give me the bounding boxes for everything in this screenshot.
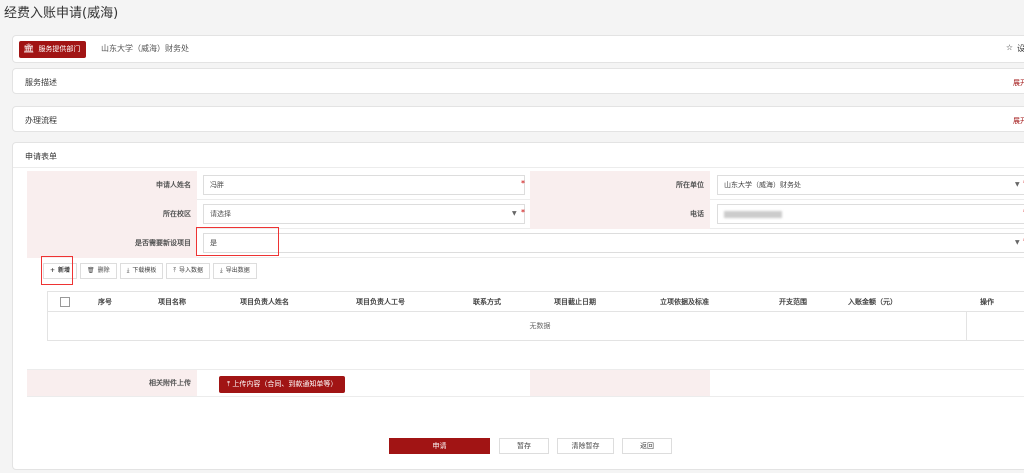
- column-header: 项目负责人姓名: [240, 298, 289, 306]
- chevron-down-icon: ▼: [512, 210, 517, 217]
- upload-attachment-label: 上传内容（合同、到款通知单等）: [232, 380, 338, 388]
- phone-input[interactable]: [717, 204, 1024, 224]
- select-all-checkbox[interactable]: [60, 297, 70, 307]
- application-form: 申请表单 申请人姓名 冯胖 * 所在单位 山东大学（威海）财务处 ▼ * 所在校…: [12, 142, 1024, 470]
- expand-process-link[interactable]: 展开: [1013, 116, 1024, 126]
- export-icon: ⤓: [220, 267, 223, 274]
- redacted-value: [724, 210, 782, 218]
- upload-attachment-button[interactable]: ⤒ 上传内容（合同、到款通知单等）: [219, 376, 346, 393]
- save-draft-button[interactable]: 暂存: [499, 438, 549, 454]
- unit-label: 所在单位: [530, 171, 710, 200]
- provider-tag: 🏛 服务提供部门: [19, 41, 87, 58]
- setting-link[interactable]: ☆ 设: [1006, 43, 1024, 54]
- form-title: 申请表单: [25, 152, 57, 161]
- bank-icon: 🏛: [23, 44, 35, 54]
- submit-button[interactable]: 申请: [389, 438, 490, 454]
- column-header: 立项依据及标准: [660, 298, 709, 306]
- column-header: 入账金额（元）: [848, 298, 897, 306]
- form-row: 申请人姓名 冯胖 * 所在单位 山东大学（威海）财务处 ▼ *: [27, 171, 1024, 200]
- column-header: 项目名称: [158, 298, 186, 306]
- section-title-description: 服务描述: [25, 78, 57, 87]
- empty-label-cell: [530, 370, 710, 396]
- campus-label: 所在校区: [27, 200, 197, 229]
- unit-select[interactable]: 山东大学（威海）财务处: [717, 175, 1024, 195]
- new-project-select[interactable]: 是: [203, 233, 1024, 253]
- column-header: 项目截止日期: [554, 298, 596, 306]
- column-header: 序号: [98, 298, 112, 306]
- export-button[interactable]: ⤓ 导出数据: [213, 263, 257, 279]
- import-label: 导入数据: [179, 267, 204, 274]
- chevron-down-icon: ▼: [1015, 239, 1020, 246]
- provider-tag-label: 服务提供部门: [38, 45, 81, 53]
- column-header: 联系方式: [473, 298, 501, 306]
- back-button[interactable]: 返回: [622, 438, 672, 454]
- highlight-box: [41, 256, 73, 285]
- column-header: 开支范围: [779, 298, 807, 306]
- download-template-label: 下载模板: [132, 267, 157, 274]
- provider-card: 🏛 服务提供部门 山东大学（威海）财务处 ☆ 设: [12, 35, 1024, 63]
- expand-description-link[interactable]: 展开: [1013, 78, 1024, 88]
- provider-name: 山东大学（威海）财务处: [101, 44, 189, 53]
- table-toolbar: + 新增 🗑 删除 ⤓ 下载模板 ⤒ 导入数据 ⤓ 导出数据: [43, 263, 257, 279]
- import-button[interactable]: ⤒ 导入数据: [166, 263, 211, 279]
- download-template-button[interactable]: ⤓ 下载模板: [119, 263, 164, 279]
- form-row: 是否需要新设项目 是 ▼ *: [27, 229, 1024, 258]
- table-body: 无数据: [48, 312, 1024, 340]
- applicant-name-label: 申请人姓名: [27, 171, 197, 200]
- upload-icon: ⤒: [173, 267, 177, 274]
- attachment-label: 相关附件上传: [27, 370, 197, 396]
- form-row: 所在校区 请选择 ▼ * 电话 *: [27, 200, 1024, 229]
- required-mark: *: [521, 208, 525, 217]
- export-label: 导出数据: [225, 267, 250, 274]
- highlight-box: [196, 227, 279, 256]
- table-header: 序号 项目名称 项目负责人姓名 项目负责人工号 联系方式 项目截止日期 立项依据…: [48, 292, 1024, 312]
- trash-icon: 🗑: [87, 267, 95, 274]
- page-title: 经费入账申请(威海): [4, 6, 119, 21]
- empty-text: 无数据: [529, 322, 551, 330]
- delete-button[interactable]: 🗑 删除: [80, 263, 117, 279]
- service-description-section[interactable]: 服务描述 展开: [12, 68, 1024, 94]
- process-section[interactable]: 办理流程 展开: [12, 106, 1024, 132]
- star-icon: ☆: [1005, 43, 1013, 52]
- column-header: 操作: [980, 298, 994, 306]
- project-table: 序号 项目名称 项目负责人姓名 项目负责人工号 联系方式 项目截止日期 立项依据…: [47, 291, 1024, 341]
- phone-label: 电话: [530, 200, 710, 229]
- attachment-row: 相关附件上传 ⤒ 上传内容（合同、到款通知单等）: [27, 369, 1024, 397]
- setting-label: 设: [1017, 44, 1024, 53]
- chevron-down-icon: ▼: [1015, 181, 1020, 188]
- clear-draft-button[interactable]: 清除暂存: [557, 438, 614, 454]
- section-title-process: 办理流程: [25, 116, 57, 125]
- campus-select[interactable]: 请选择: [203, 204, 525, 224]
- form-divider: [13, 167, 1024, 168]
- download-icon: ⤓: [126, 267, 130, 274]
- applicant-name-input[interactable]: 冯胖: [203, 175, 525, 195]
- column-header: 项目负责人工号: [356, 298, 405, 306]
- required-mark: *: [521, 179, 525, 188]
- new-project-label: 是否需要新设项目: [27, 229, 197, 258]
- delete-label: 删除: [97, 267, 110, 274]
- action-bar: 申请 暂存 清除暂存 返回: [13, 438, 1024, 458]
